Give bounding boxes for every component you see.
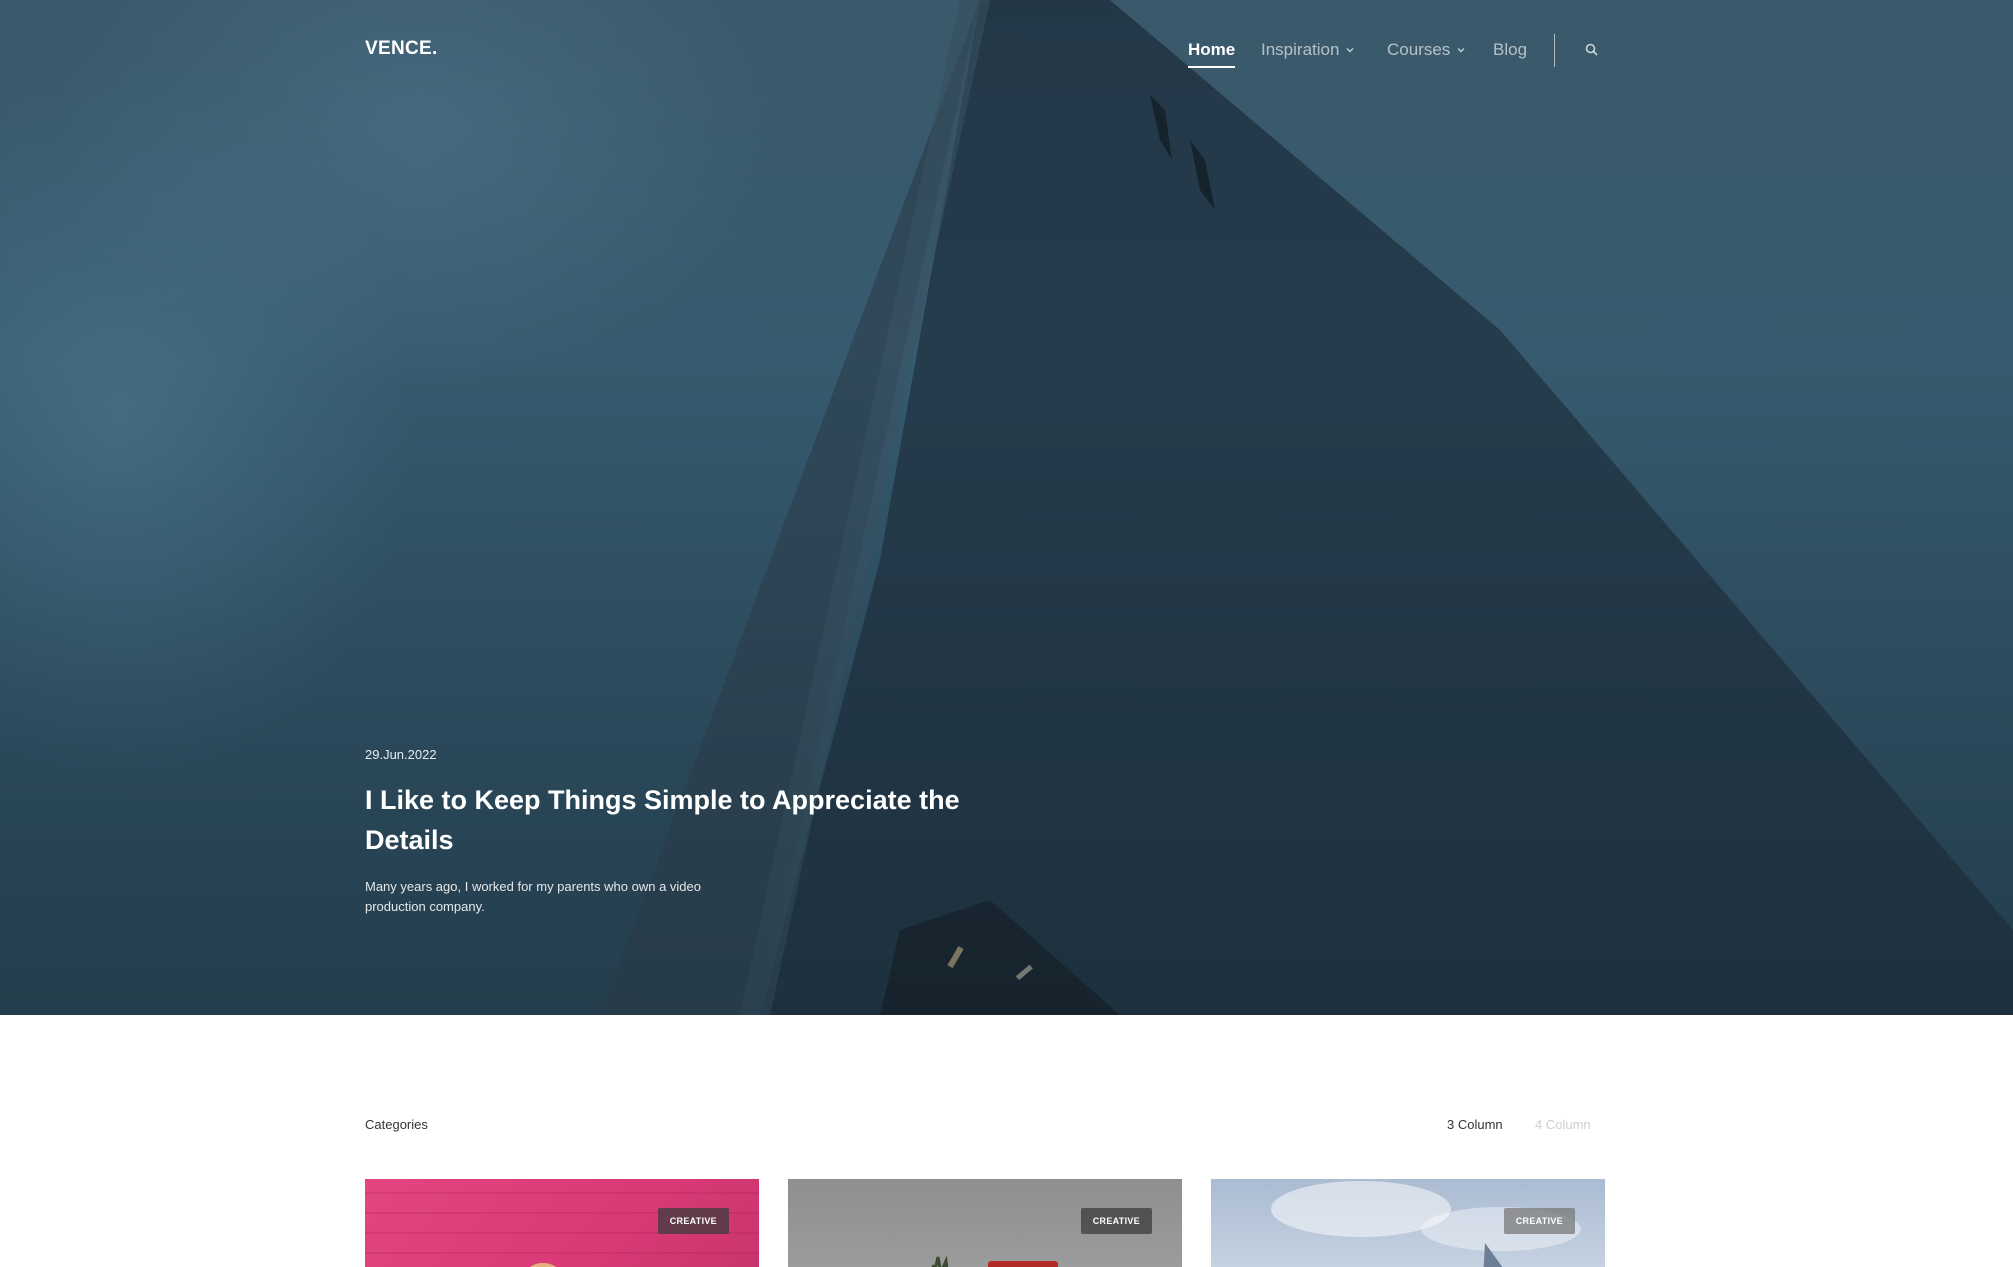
category-badge[interactable]: CREATIVE [657, 1208, 729, 1234]
nav-item-label: Courses [1387, 40, 1451, 59]
nav-item-label: Blog [1493, 40, 1528, 59]
chevron-down-icon [1346, 48, 1354, 53]
chevron-down-icon [1457, 48, 1465, 53]
nav-item-home[interactable]: Home [1188, 38, 1236, 68]
main-navigation: Home Inspiration Courses Blog [0, 38, 2013, 68]
hero-overlay [0, 0, 2013, 1015]
categories-label[interactable]: Categories [365, 1117, 428, 1132]
post-card[interactable]: CREATIVE [365, 1179, 759, 1267]
nav-divider [1554, 34, 1555, 67]
post-card[interactable]: CREATIVE [1211, 1179, 1605, 1267]
category-badge[interactable]: CREATIVE [1080, 1208, 1152, 1234]
search-icon[interactable] [1584, 42, 1600, 58]
nav-item-inspiration[interactable]: Inspiration [1261, 38, 1355, 62]
hero-date: 29.Jun.2022 [365, 747, 437, 762]
nav-item-label: Inspiration [1261, 40, 1340, 59]
category-badge[interactable]: CREATIVE [1503, 1208, 1575, 1234]
three-column-toggle[interactable]: 3 Column [1447, 1117, 1503, 1132]
nav-item-label: Home [1188, 40, 1236, 59]
nav-item-courses[interactable]: Courses [1387, 38, 1466, 62]
hero-banner: VENCE. Home Inspiration Courses Blog 29.… [0, 0, 2013, 1015]
four-column-toggle[interactable]: 4 Column [1535, 1117, 1591, 1132]
post-card[interactable]: CREATIVE [788, 1179, 1182, 1267]
nav-item-blog[interactable]: Blog [1493, 38, 1527, 62]
hero-title[interactable]: I Like to Keep Things Simple to Apprecia… [365, 780, 1005, 860]
hero-excerpt: Many years ago, I worked for my parents … [365, 879, 701, 914]
